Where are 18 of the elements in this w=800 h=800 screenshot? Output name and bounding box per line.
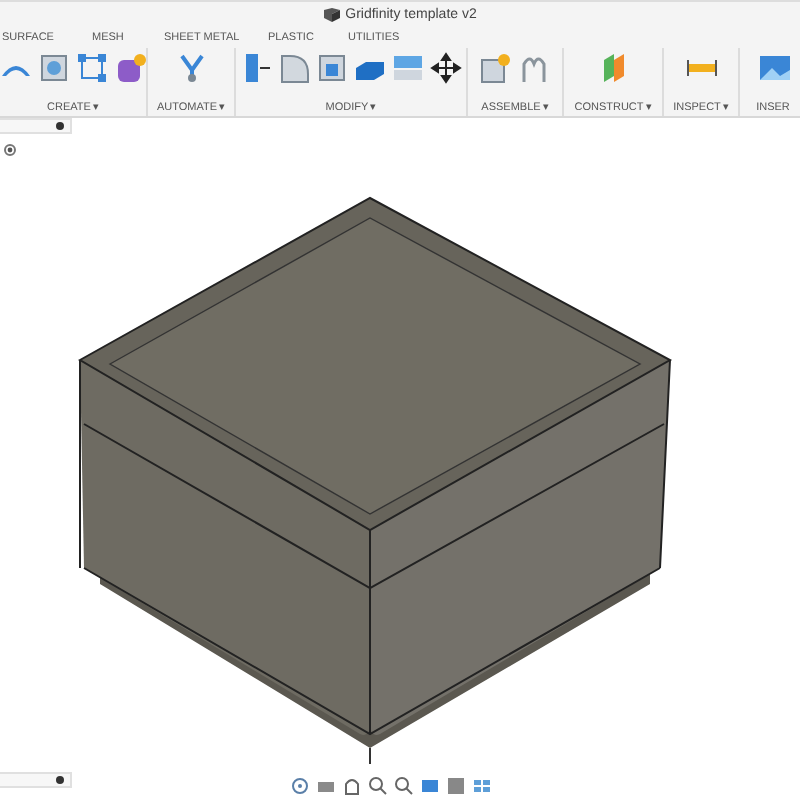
radio-icon[interactable] xyxy=(4,144,16,156)
image-icon[interactable] xyxy=(757,52,789,84)
move-icon[interactable] xyxy=(430,52,462,84)
dot-icon xyxy=(56,122,64,130)
press-pull-icon[interactable] xyxy=(240,52,272,84)
mesh-nodes-icon[interactable] xyxy=(76,52,108,84)
branch-icon[interactable] xyxy=(175,52,207,84)
dot-icon xyxy=(56,776,64,784)
zoom-icon[interactable] xyxy=(368,776,388,796)
browser-panel[interactable] xyxy=(0,118,72,134)
form-cube-icon[interactable] xyxy=(114,52,146,84)
fillet-icon[interactable] xyxy=(278,52,310,84)
display-icon[interactable] xyxy=(420,776,440,796)
new-component-icon[interactable] xyxy=(480,52,512,84)
comments-panel[interactable] xyxy=(0,772,72,788)
grid-icon[interactable] xyxy=(472,776,492,796)
visual-style-icon[interactable] xyxy=(446,776,466,796)
shell-icon[interactable] xyxy=(316,52,348,84)
